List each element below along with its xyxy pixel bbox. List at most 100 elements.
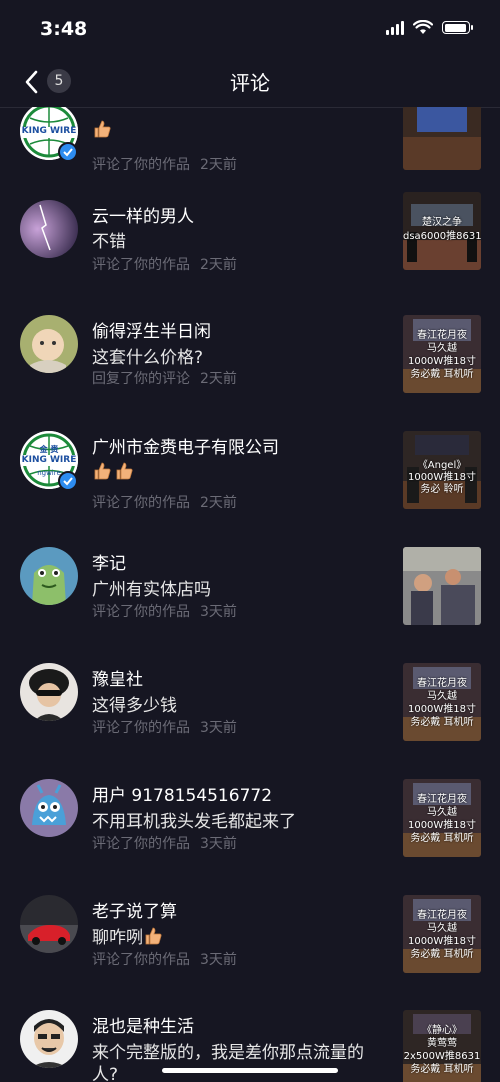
thumb-caption: 务必 聆听: [420, 484, 464, 495]
video-thumbnail[interactable]: 春江花月夜 马久越 1000W推18寸 务必戴 耳机听: [403, 895, 481, 973]
video-thumbnail[interactable]: 《Angel》 1000W推18寸 务必 聆听: [403, 431, 481, 509]
avatar[interactable]: [20, 315, 78, 373]
time-ago: 3天前: [200, 604, 237, 620]
action-text: 评论了你的作品: [92, 836, 190, 852]
thumb-caption: 务必戴 耳机听: [410, 369, 474, 380]
logo-text: KING WIRE: [21, 126, 77, 136]
comment-text: 不用耳机我头发毛都起来了: [92, 812, 296, 832]
time-ago: 2天前: [200, 157, 237, 173]
thumb-caption: dsa6000推8631: [403, 231, 481, 242]
comment-text: 聊咋咧: [92, 923, 165, 948]
user-name[interactable]: 李记: [92, 549, 126, 574]
thumb-caption: 春江花月夜: [417, 330, 467, 341]
battery-icon: [442, 21, 473, 34]
thumb-caption: 1000W推18寸: [407, 820, 477, 831]
thumbs-up-emoji-icon: [94, 462, 111, 480]
thumbs-up-emoji-icon: [145, 927, 162, 945]
wifi-icon: [413, 20, 433, 34]
logo-text: KING WIRE: [21, 455, 77, 465]
video-thumbnail[interactable]: 春江花月夜 马久越 1000W推18寸 务必戴 耳机听: [403, 779, 481, 857]
thumb-caption: 务必戴 耳机听: [410, 1064, 474, 1075]
action-text: 评论了你的作品: [92, 952, 190, 968]
thumb-caption: 春江花月夜: [417, 794, 467, 805]
nav-bar: 5 评论: [0, 55, 500, 108]
time-ago: 3天前: [200, 720, 237, 736]
list-item[interactable]: 云一样的男人 不错 评论了你的作品 2天前 楚汉之争 dsa6000推8631: [0, 192, 500, 302]
thumb-caption: 2x500W推8631: [403, 1051, 481, 1062]
list-item[interactable]: 李记 广州有实体店吗 评论了你的作品 3天前: [0, 547, 500, 657]
comment-meta: 评论了你的作品 2天前: [92, 492, 237, 512]
avatar[interactable]: [20, 1010, 78, 1068]
logo-chinese-text: 金 赉: [39, 445, 59, 454]
action-text: 评论了你的作品: [92, 495, 190, 511]
user-name[interactable]: 混也是种生活: [92, 1012, 194, 1037]
video-thumbnail[interactable]: 春江花月夜 马久越 1000W推18寸 务必戴 耳机听: [403, 663, 481, 741]
avatar[interactable]: [20, 200, 78, 258]
comment-meta: 评论了你的作品 3天前: [92, 833, 237, 853]
time-ago: 3天前: [200, 836, 237, 852]
list-item[interactable]: 豫皇社 这得多少钱 评论了你的作品 3天前 春江花月夜 马久越 1000W推18寸…: [0, 663, 500, 773]
verified-badge-icon: [58, 142, 78, 162]
time-ago: 2天前: [200, 371, 237, 387]
video-thumbnail[interactable]: 春江花月夜 马久越 1000W推18寸 务必戴 耳机听: [403, 315, 481, 393]
comment-text: 广州有实体店吗: [92, 580, 211, 600]
comment-meta: 评论了你的作品 3天前: [92, 949, 237, 969]
comment-text: 不错: [92, 232, 126, 252]
user-name[interactable]: 广州市金赉电子有限公司: [92, 433, 279, 458]
time-ago: 2天前: [200, 257, 237, 273]
action-text: 评论了你的作品: [92, 257, 190, 273]
comment-list[interactable]: KING WIRE 评论了你的作品 2天前 云一样的男人 不错 评论了你的作品 2天…: [0, 107, 500, 1082]
thumbs-up-emoji-icon: [94, 120, 111, 138]
comment-meta: 评论了你的作品 2天前: [92, 254, 237, 274]
page-title: 评论: [230, 71, 270, 95]
thumb-caption: 马久越: [427, 807, 457, 818]
avatar[interactable]: [20, 779, 78, 837]
avatar[interactable]: [20, 547, 78, 605]
thumb-caption: 1000W推18寸: [407, 936, 477, 947]
comment-meta: 评论了你的作品 3天前: [92, 601, 237, 621]
time-ago: 3天前: [200, 952, 237, 968]
user-name[interactable]: 偷得浮生半日闲: [92, 317, 211, 342]
user-name[interactable]: 老子说了算: [92, 897, 177, 922]
thumb-caption: 务必戴 耳机听: [410, 717, 474, 728]
user-name[interactable]: 云一样的男人: [92, 202, 194, 227]
video-thumbnail[interactable]: [403, 107, 481, 170]
thumb-caption: 1000W推18寸: [407, 704, 477, 715]
thumb-caption: 马久越: [427, 343, 457, 354]
thumb-caption: 黄莺莺: [427, 1038, 457, 1049]
thumbs-up-emoji-icon: [116, 462, 133, 480]
thumb-caption: 马久越: [427, 691, 457, 702]
thumb-caption: 春江花月夜: [417, 910, 467, 921]
time-ago: 2天前: [200, 495, 237, 511]
thumb-caption: 1000W推18寸: [407, 356, 477, 367]
video-thumbnail[interactable]: [403, 547, 481, 625]
avatar[interactable]: [20, 663, 78, 721]
video-thumbnail[interactable]: 楚汉之争 dsa6000推8631: [403, 192, 481, 270]
comment-text: 这得多少钱: [92, 696, 177, 716]
comment-text: [92, 461, 136, 483]
status-bar: 3:48: [0, 0, 500, 60]
video-thumbnail[interactable]: 《静心》 黄莺莺 2x500W推8631 务必戴 耳机听: [403, 1010, 481, 1082]
comment-meta: 评论了你的作品 3天前: [92, 717, 237, 737]
thumb-caption: 《静心》: [422, 1025, 462, 1036]
comment-text: 这套什么价格?: [92, 348, 204, 368]
list-item[interactable]: 用户 9178154516772 不用耳机我头发毛都起来了 评论了你的作品 3天前…: [0, 779, 500, 889]
list-item[interactable]: 金 赉 KING WIRE ngwire 广州市金赉电子有限公司 评论了你的作品…: [0, 431, 500, 541]
thumb-caption: 马久越: [427, 923, 457, 934]
comment-body: 聊咋咧: [92, 928, 143, 948]
home-indicator[interactable]: [162, 1068, 338, 1073]
cellular-signal-icon: [386, 20, 404, 35]
action-text: 评论了你的作品: [92, 604, 190, 620]
comment-text-continued: 人?: [92, 1065, 119, 1082]
thumb-caption: 务必戴 耳机听: [410, 833, 474, 844]
action-text: 回复了你的评论: [92, 371, 190, 387]
list-item[interactable]: 偷得浮生半日闲 这套什么价格? 回复了你的评论 2天前 春江花月夜 马久越 100…: [0, 315, 500, 425]
user-name[interactable]: 豫皇社: [92, 665, 143, 690]
action-text: 评论了你的作品: [92, 720, 190, 736]
user-name[interactable]: 用户 9178154516772: [92, 781, 272, 806]
list-item[interactable]: 老子说了算 聊咋咧 评论了你的作品 3天前 春江花月夜 马久越 1000W推18寸…: [0, 895, 500, 1005]
status-icons: [386, 20, 473, 35]
list-item[interactable]: KING WIRE 评论了你的作品 2天前: [0, 107, 500, 182]
verified-badge-icon: [58, 471, 78, 491]
avatar[interactable]: [20, 895, 78, 953]
